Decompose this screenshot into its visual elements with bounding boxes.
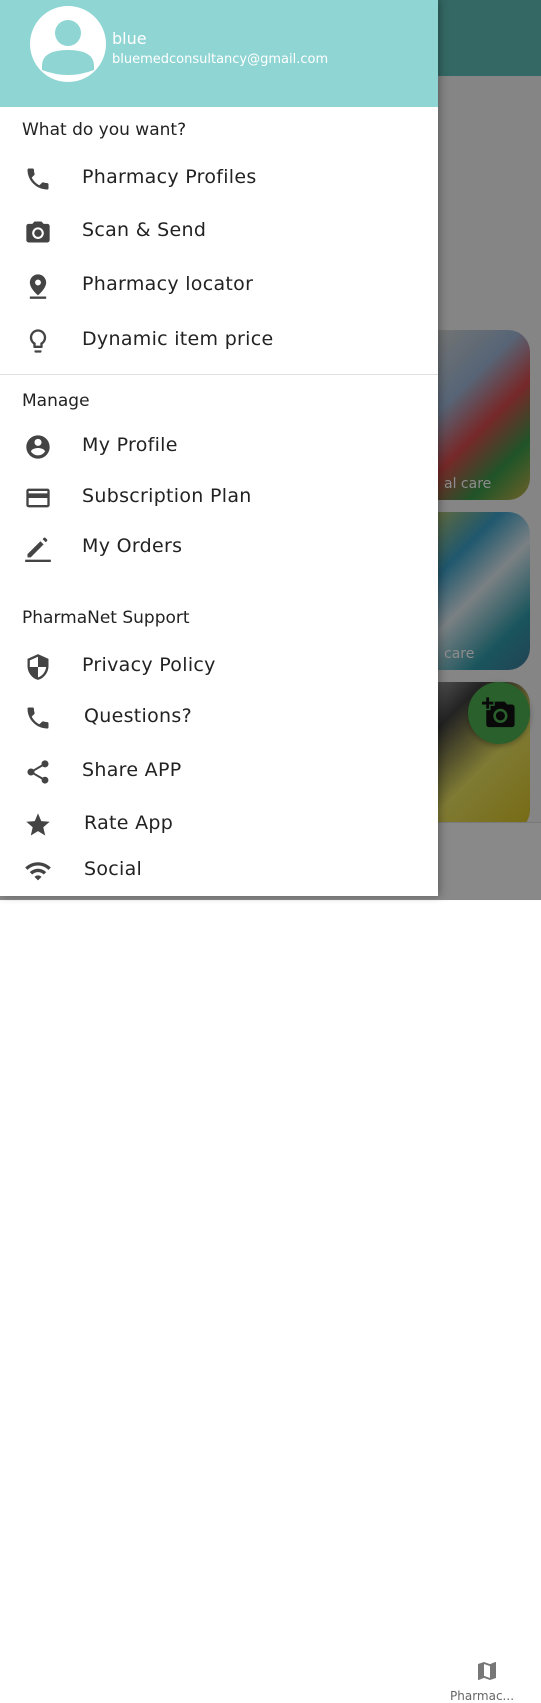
menu-item-social[interactable]: Social bbox=[0, 846, 438, 892]
section-title-what-do-you-want: What do you want? bbox=[22, 120, 187, 140]
section-title-manage: Manage bbox=[22, 391, 90, 411]
menu-item-label: Pharmacy locator bbox=[82, 273, 254, 295]
avatar[interactable] bbox=[30, 6, 106, 82]
drawer-header: blue bluemedconsultancy@gmail.com bbox=[0, 0, 438, 107]
menu-item-label: Share APP bbox=[82, 759, 182, 781]
menu-item-label: Rate App bbox=[84, 812, 174, 834]
camera-icon bbox=[26, 221, 50, 243]
menu-item-pharmacy-locator[interactable]: Pharmacy locator bbox=[0, 261, 438, 307]
credit-card-icon bbox=[26, 488, 50, 508]
user-email: bluemedconsultancy@gmail.com bbox=[112, 52, 329, 67]
menu-item-dynamic-item-price[interactable]: Dynamic item price bbox=[0, 316, 438, 362]
menu-item-label: Subscription Plan bbox=[82, 485, 252, 507]
divider bbox=[0, 374, 438, 375]
menu-item-scan-send[interactable]: Scan & Send bbox=[0, 207, 438, 253]
menu-item-label: My Orders bbox=[82, 535, 183, 557]
account-circle-icon bbox=[26, 435, 50, 459]
lightbulb-icon bbox=[29, 329, 47, 353]
menu-item-label: Scan & Send bbox=[82, 219, 207, 241]
star-icon bbox=[26, 813, 50, 836]
menu-item-my-orders[interactable]: My Orders bbox=[0, 523, 438, 569]
edit-pencil-icon bbox=[25, 537, 51, 562]
phone-icon bbox=[27, 707, 49, 729]
menu-item-rate-app[interactable]: Rate App bbox=[0, 800, 438, 846]
menu-item-pharmacy-profiles[interactable]: Pharmacy Profiles bbox=[0, 154, 438, 200]
menu-item-label: Dynamic item price bbox=[82, 328, 274, 350]
share-icon bbox=[27, 760, 49, 784]
menu-item-label: Social bbox=[84, 858, 143, 880]
bottom-nav-pharmacies-label[interactable]: Pharmac... bbox=[450, 1689, 514, 1703]
phone-icon bbox=[27, 168, 49, 190]
menu-item-label: My Profile bbox=[82, 434, 178, 456]
navigation-drawer: blue bluemedconsultancy@gmail.com What d… bbox=[0, 0, 438, 896]
menu-item-privacy-policy[interactable]: Privacy Policy bbox=[0, 642, 438, 688]
location-pin-icon bbox=[29, 274, 47, 299]
map-icon bbox=[478, 1662, 496, 1680]
person-avatar-icon bbox=[42, 20, 94, 75]
menu-item-share-app[interactable]: Share APP bbox=[0, 747, 438, 793]
wifi-icon bbox=[25, 862, 51, 881]
user-name: blue bbox=[112, 29, 147, 48]
menu-item-questions[interactable]: Questions? bbox=[0, 693, 438, 739]
menu-item-subscription-plan[interactable]: Subscription Plan bbox=[0, 473, 438, 519]
shield-icon bbox=[27, 654, 49, 680]
menu-item-my-profile[interactable]: My Profile bbox=[0, 422, 438, 468]
menu-item-label: Questions? bbox=[84, 705, 192, 727]
menu-item-label: Privacy Policy bbox=[82, 654, 216, 676]
section-title-pharmanet-support: PharmaNet Support bbox=[22, 608, 190, 628]
menu-item-label: Pharmacy Profiles bbox=[82, 166, 257, 188]
